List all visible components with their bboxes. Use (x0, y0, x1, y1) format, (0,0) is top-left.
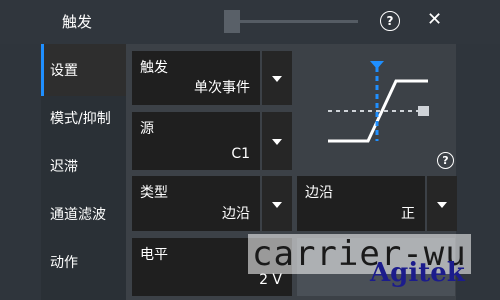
edge-slope-value: 正 (401, 206, 415, 222)
edge-slope-field[interactable]: 边沿 正 (297, 176, 425, 231)
edge-trigger-illustration-icon (328, 61, 429, 143)
sidebar-item-label: 设置 (50, 63, 78, 79)
sidebar-item-hysteresis[interactable]: 迟滞 (41, 140, 126, 192)
trigger-type-field[interactable]: 类型 边沿 (132, 176, 260, 231)
trigger-level-value: 2 V (259, 272, 282, 288)
sidebar-item-mode-holdoff[interactable]: 模式/抑制 (41, 92, 126, 144)
source-field[interactable]: 源 C1 (132, 112, 260, 170)
sidebar-item-setup[interactable]: 设置 (41, 44, 126, 96)
source-label: 源 (140, 121, 154, 137)
transparency-slider-thumb[interactable] (224, 10, 240, 33)
transparency-slider-track[interactable] (224, 20, 358, 23)
sidebar-item-label: 动作 (50, 255, 78, 271)
sidebar-item-actions[interactable]: 动作 (41, 236, 126, 288)
help-icon[interactable]: ? (437, 152, 454, 169)
chevron-down-icon (437, 201, 447, 208)
trigger-position-arrow-icon (370, 61, 384, 69)
trigger-mode-label: 触发 (140, 60, 168, 76)
trigger-type-value: 边沿 (222, 206, 250, 222)
brand-logo: Agitek (370, 258, 465, 288)
source-value: C1 (231, 146, 250, 162)
sidebar-item-label: 通道滤波 (50, 207, 106, 223)
trigger-mode-field[interactable]: 触发 单次事件 (132, 51, 260, 105)
sidebar-item-label: 模式/抑制 (50, 111, 111, 127)
chevron-down-icon (272, 201, 282, 208)
chevron-down-icon (272, 139, 282, 145)
help-icon[interactable]: ? (380, 11, 400, 31)
trigger-level-label: 电平 (140, 247, 168, 263)
edge-slope-label: 边沿 (305, 185, 333, 201)
chevron-down-icon (272, 76, 282, 82)
sidebar: 设置 模式/抑制 迟滞 通道滤波 动作 (41, 44, 126, 300)
sidebar-item-label: 迟滞 (50, 159, 78, 175)
trigger-mode-value: 单次事件 (194, 80, 250, 96)
trigger-mode-dropdown-button[interactable] (260, 51, 292, 105)
trigger-level-marker (418, 106, 429, 116)
edge-slope-dropdown-button[interactable] (425, 176, 457, 231)
trigger-type-dropdown-button[interactable] (260, 176, 292, 231)
source-dropdown-button[interactable] (260, 112, 292, 170)
dialog-title: 触发 (62, 13, 93, 31)
close-icon[interactable]: ✕ (427, 9, 442, 30)
trigger-type-label: 类型 (140, 185, 168, 201)
sidebar-item-channel-filter[interactable]: 通道滤波 (41, 188, 126, 240)
